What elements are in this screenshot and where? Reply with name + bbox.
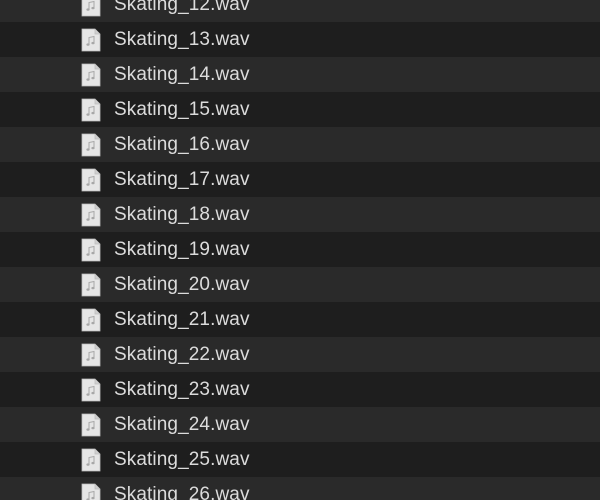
file-row[interactable]: Skating_24.wav [0, 407, 600, 442]
file-row[interactable]: Skating_16.wav [0, 127, 600, 162]
audio-file-icon [80, 28, 102, 52]
audio-file-icon [80, 133, 102, 157]
audio-file-icon [80, 238, 102, 262]
file-row[interactable]: Skating_18.wav [0, 197, 600, 232]
audio-file-icon [80, 273, 102, 297]
audio-file-icon [80, 168, 102, 192]
audio-file-icon [80, 378, 102, 402]
audio-file-icon [80, 413, 102, 437]
file-name: Skating_15.wav [114, 98, 250, 120]
audio-file-icon [80, 343, 102, 367]
file-name: Skating_26.wav [114, 483, 250, 500]
file-name: Skating_25.wav [114, 448, 250, 470]
file-row[interactable]: Skating_25.wav [0, 442, 600, 477]
file-name: Skating_22.wav [114, 343, 250, 365]
file-name: Skating_23.wav [114, 378, 250, 400]
file-name: Skating_13.wav [114, 28, 250, 50]
audio-file-icon [80, 98, 102, 122]
file-name: Skating_24.wav [114, 413, 250, 435]
file-row[interactable]: Skating_19.wav [0, 232, 600, 267]
audio-file-icon [80, 203, 102, 227]
file-name: Skating_21.wav [114, 308, 250, 330]
file-name: Skating_14.wav [114, 63, 250, 85]
file-row[interactable]: Skating_15.wav [0, 92, 600, 127]
file-row[interactable]: Skating_14.wav [0, 57, 600, 92]
file-name: Skating_20.wav [114, 273, 250, 295]
file-row[interactable]: Skating_23.wav [0, 372, 600, 407]
file-row[interactable]: Skating_26.wav [0, 477, 600, 500]
file-row[interactable]: Skating_13.wav [0, 22, 600, 57]
file-name: Skating_17.wav [114, 168, 250, 190]
file-list: Skating_12.wav Skating_13.wav Skating_14… [0, 0, 600, 500]
file-name: Skating_18.wav [114, 203, 250, 225]
file-row[interactable]: Skating_17.wav [0, 162, 600, 197]
audio-file-icon [80, 483, 102, 500]
file-row[interactable]: Skating_20.wav [0, 267, 600, 302]
file-row[interactable]: Skating_22.wav [0, 337, 600, 372]
file-name: Skating_16.wav [114, 133, 250, 155]
audio-file-icon [80, 63, 102, 87]
file-name: Skating_12.wav [114, 0, 250, 15]
file-row[interactable]: Skating_21.wav [0, 302, 600, 337]
audio-file-icon [80, 448, 102, 472]
file-rows: Skating_12.wav Skating_13.wav Skating_14… [0, 0, 600, 500]
audio-file-icon [80, 0, 102, 17]
audio-file-icon [80, 308, 102, 332]
file-row[interactable]: Skating_12.wav [0, 0, 600, 22]
file-name: Skating_19.wav [114, 238, 250, 260]
